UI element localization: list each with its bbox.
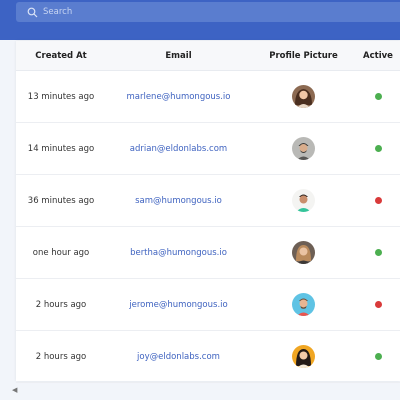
profile-picture-cell — [251, 70, 356, 123]
avatar — [292, 241, 315, 264]
active-status-cell — [356, 330, 400, 383]
profile-picture-cell — [251, 122, 356, 175]
column-header-email[interactable]: Email — [106, 41, 251, 71]
table-row[interactable]: 2 hours ago jerome@humongous.io — [16, 278, 400, 331]
profile-picture-cell — [251, 174, 356, 227]
email-link[interactable]: bertha@humongous.io — [106, 226, 251, 279]
search-bar[interactable] — [16, 2, 400, 22]
table-header-row: Created At Email Profile Picture Active — [16, 41, 400, 71]
inactive-status-dot — [374, 196, 382, 204]
search-input[interactable] — [43, 7, 343, 17]
avatar — [292, 345, 315, 368]
created-at-cell: 2 hours ago — [16, 330, 106, 383]
table-row[interactable]: 36 minutes ago sam@humongous.io — [16, 174, 400, 227]
active-status-dot — [374, 92, 382, 100]
created-at-cell: 14 minutes ago — [16, 122, 106, 175]
table-row[interactable]: one hour ago bertha@humongous.io — [16, 226, 400, 279]
table-row[interactable]: 13 minutes ago marlene@humongous.io — [16, 70, 400, 123]
top-bar — [0, 0, 400, 40]
active-status-cell — [356, 174, 400, 227]
active-status-dot — [374, 248, 382, 256]
created-at-cell: one hour ago — [16, 226, 106, 279]
email-link[interactable]: joy@eldonlabs.com — [106, 330, 251, 383]
active-status-dot — [374, 352, 382, 360]
created-at-cell: 13 minutes ago — [16, 70, 106, 123]
users-table-panel: Created At Email Profile Picture Active … — [16, 41, 400, 383]
email-link[interactable]: sam@humongous.io — [106, 174, 251, 227]
created-at-cell: 36 minutes ago — [16, 174, 106, 227]
search-icon — [27, 7, 38, 18]
email-link[interactable]: marlene@humongous.io — [106, 70, 251, 123]
active-status-cell — [356, 278, 400, 331]
active-status-dot — [374, 144, 382, 152]
users-table: Created At Email Profile Picture Active … — [16, 41, 400, 383]
column-header-active[interactable]: Active — [356, 41, 400, 71]
column-header-created-at[interactable]: Created At — [16, 41, 106, 71]
column-header-profile-picture[interactable]: Profile Picture — [251, 41, 356, 71]
email-link[interactable]: adrian@eldonlabs.com — [106, 122, 251, 175]
table-row[interactable]: 2 hours ago joy@eldonlabs.com — [16, 330, 400, 383]
avatar — [292, 137, 315, 160]
inactive-status-dot — [374, 300, 382, 308]
profile-picture-cell — [251, 226, 356, 279]
active-status-cell — [356, 226, 400, 279]
scroll-left-arrow-icon[interactable]: ◀ — [12, 386, 17, 394]
profile-picture-cell — [251, 278, 356, 331]
active-status-cell — [356, 70, 400, 123]
profile-picture-cell — [251, 330, 356, 383]
avatar — [292, 189, 315, 212]
avatar — [292, 293, 315, 316]
email-link[interactable]: jerome@humongous.io — [106, 278, 251, 331]
created-at-cell: 2 hours ago — [16, 278, 106, 331]
avatar — [292, 85, 315, 108]
active-status-cell — [356, 122, 400, 175]
table-row[interactable]: 14 minutes ago adrian@eldonlabs.com — [16, 122, 400, 175]
